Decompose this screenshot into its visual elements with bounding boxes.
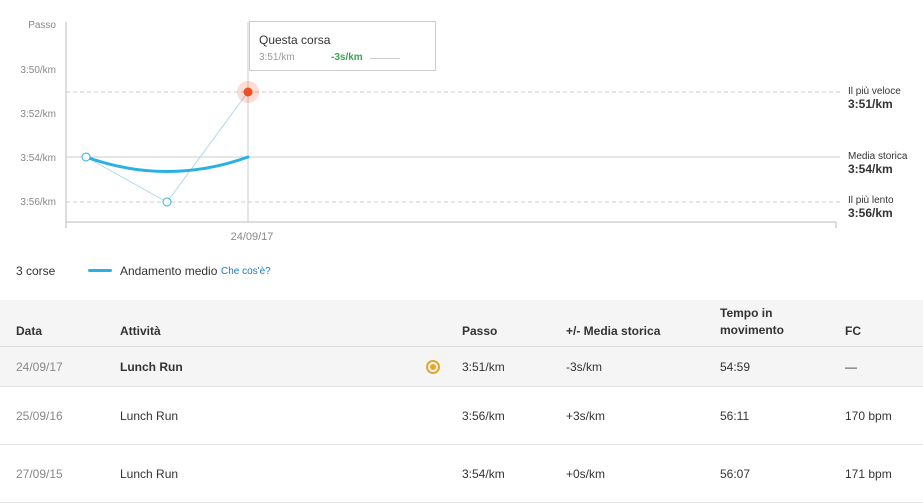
row-date: 25/09/16 (16, 408, 63, 423)
row-activity-link[interactable]: Lunch Run (120, 360, 183, 374)
row-hr: 170 bpm (845, 408, 892, 423)
row-diff: +0s/km (566, 466, 606, 481)
row-hr: — (845, 359, 857, 374)
row-moving-time: 54:59 (720, 359, 751, 374)
table-row[interactable]: 24/09/17 Lunch Run 3:51/km -3s/km 54:59 … (0, 347, 923, 387)
y-tick-label: 3:56/km (20, 197, 56, 208)
slowest-value: 3:56/km (848, 206, 893, 220)
y-tick-label: 3:54/km (20, 153, 56, 164)
tooltip-pace: 3:51/km (259, 52, 295, 63)
run-tooltip: Questa corsa 3:51/km -3s/km (249, 21, 436, 71)
tooltip-delta: -3s/km (331, 52, 363, 63)
whats-this-link[interactable]: Che cos'è? (221, 266, 271, 277)
fastest-value: 3:51/km (848, 97, 893, 111)
header-activity[interactable]: Attività (120, 323, 161, 340)
row-moving-time: 56:07 (720, 466, 751, 481)
runs-line (85, 91, 249, 203)
row-pace: 3:51/km (462, 359, 505, 374)
pace-chart: Passo 3:50/km 3:52/km 3:54/km 3:56/km 24… (20, 20, 840, 243)
trend-legend-label: Andamento medio (120, 264, 218, 278)
header-hr[interactable]: FC (845, 323, 861, 340)
row-activity-link[interactable]: Lunch Run (120, 409, 178, 423)
average-value: 3:54/km (848, 162, 893, 176)
y-axis-title: Passo (28, 20, 56, 31)
header-moving-time[interactable]: Tempo in movimento (720, 305, 800, 339)
row-diff: +3s/km (566, 408, 606, 423)
table-row[interactable]: 27/09/15 Lunch Run 3:54/km +0s/km 56:07 … (0, 445, 923, 503)
trend-legend-swatch (88, 269, 112, 272)
header-date[interactable]: Data (16, 323, 42, 340)
row-diff: -3s/km (566, 359, 602, 374)
row-pace: 3:54/km (462, 466, 505, 481)
tooltip-divider (370, 58, 400, 59)
header-pace[interactable]: Passo (462, 323, 497, 340)
row-activity-link[interactable]: Lunch Run (120, 467, 178, 481)
row-pace: 3:56/km (462, 408, 505, 423)
row-date: 27/09/15 (16, 466, 63, 481)
x-tick-label: 24/09/17 (231, 231, 274, 243)
header-diff[interactable]: +/- Media storica (566, 323, 660, 340)
current-run-point[interactable] (243, 87, 253, 97)
y-tick-label: 3:52/km (20, 109, 56, 120)
tooltip-title: Questa corsa (259, 33, 331, 47)
run-point[interactable] (81, 152, 91, 162)
row-hr: 171 bpm (845, 466, 892, 481)
row-date: 24/09/17 (16, 359, 63, 374)
table-header: Data Attività Passo +/- Media storica Te… (0, 300, 923, 347)
runs-count: 3 corse (16, 264, 56, 278)
average-trend-line (84, 155, 250, 173)
runs-table: Data Attività Passo +/- Media storica Te… (0, 300, 923, 503)
y-tick-label: 3:50/km (20, 65, 56, 76)
row-moving-time: 56:11 (720, 408, 750, 423)
table-row[interactable]: 25/09/16 Lunch Run 3:56/km +3s/km 56:11 … (0, 387, 923, 445)
best-effort-medal-icon (426, 359, 440, 374)
run-point[interactable] (162, 197, 172, 207)
